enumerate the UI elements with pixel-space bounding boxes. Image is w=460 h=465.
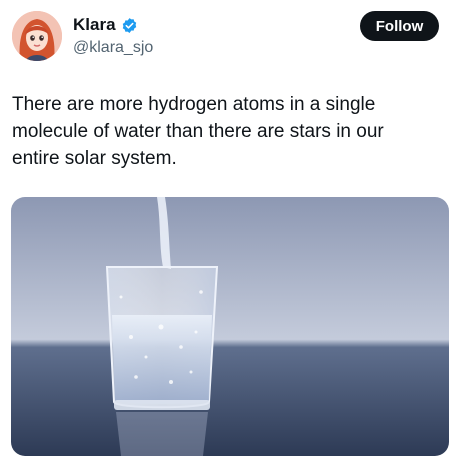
tweet-header: Klara @klara_sjo Follow [0,0,460,70]
tweet-text-line: entire solar system. [12,148,177,169]
avatar[interactable] [12,11,62,61]
author-name[interactable]: Klara [73,15,116,35]
tweet-text-line: molecule of water than there are stars i… [12,121,384,142]
follow-button[interactable]: Follow [360,11,439,41]
tweet-text: There are more hydrogen atoms in a singl… [12,91,442,172]
author-name-row: Klara [73,15,138,35]
glass-of-water-image-icon [11,197,449,456]
verified-badge-icon [121,17,138,34]
tweet-media[interactable] [11,197,449,456]
avatar-illustration-icon [12,11,62,61]
author-handle[interactable]: @klara_sjo [73,39,153,57]
tweet-text-line: There are more hydrogen atoms in a singl… [12,94,376,115]
